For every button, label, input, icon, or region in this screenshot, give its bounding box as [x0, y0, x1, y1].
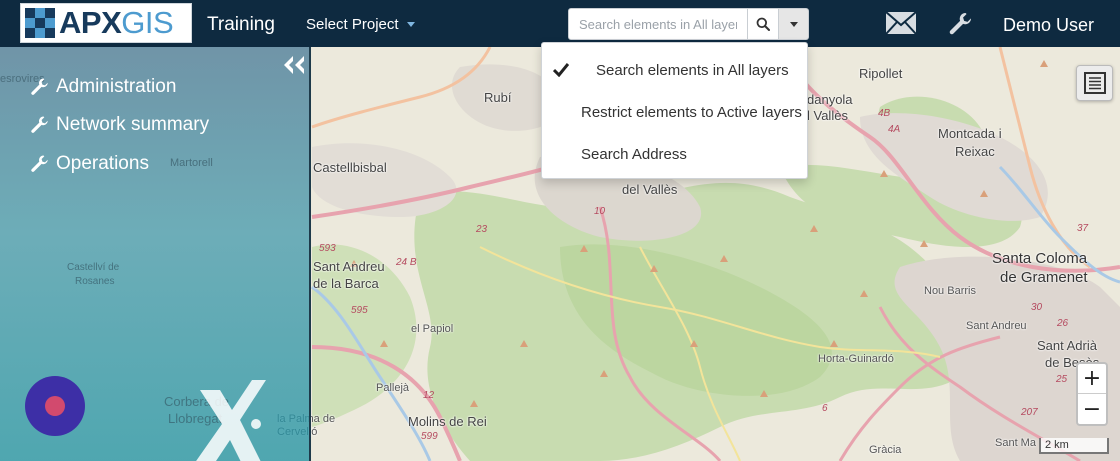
- map-label-sant-andreu: Sant Andreu: [966, 320, 1027, 332]
- search-mode-all-layers[interactable]: Search elements in All layers: [542, 55, 807, 85]
- project-select-dropdown[interactable]: Select Project: [306, 16, 415, 33]
- scale-bar: 2 km: [1039, 438, 1109, 454]
- sidebar-item-administration[interactable]: Administration: [30, 76, 176, 98]
- search-button[interactable]: [748, 8, 779, 40]
- road-number: 30: [1031, 302, 1043, 313]
- map-label-santa-coloma: Santa Coloma: [992, 250, 1088, 267]
- search-input[interactable]: [568, 8, 748, 40]
- road-number: 4B: [878, 108, 891, 119]
- map-label-sant-ma: Sant Ma: [995, 437, 1036, 449]
- wrench-icon: [31, 116, 48, 133]
- map-label-martorell: Martorell: [170, 157, 213, 169]
- wrench-icon: [31, 78, 48, 95]
- app-title[interactable]: Training: [207, 14, 275, 36]
- road-number: 4A: [888, 124, 901, 135]
- search-mode-dropdown-toggle[interactable]: [779, 8, 809, 40]
- top-navbar: APX GIS Training Select Project Demo Use…: [0, 0, 1120, 47]
- map-label-castellbisbal: Castellbisbal: [313, 160, 387, 175]
- checkmark-icon: [553, 63, 569, 77]
- logo-text-bold: APX: [59, 5, 122, 40]
- sidebar-item-label: Administration: [56, 76, 177, 97]
- sidebar-item-network-summary[interactable]: Network summary: [30, 114, 209, 136]
- map-label-gracia: Gràcia: [869, 444, 902, 456]
- caret-down-icon: [406, 22, 415, 27]
- search-group: [568, 8, 809, 40]
- mail-icon[interactable]: [885, 11, 917, 35]
- logo-grid-icon: [25, 8, 55, 38]
- double-chevron-left-icon: [284, 56, 304, 74]
- map-label-reixac: Reixac: [955, 144, 995, 159]
- brand-x-logo: [196, 380, 266, 461]
- list-icon: [1083, 72, 1106, 94]
- map-label-ripollet: Ripollet: [859, 66, 903, 81]
- map-label-palleja: Pallejà: [376, 382, 410, 394]
- search-mode-address[interactable]: Search Address: [542, 139, 807, 169]
- menu-item-label: Restrict elements to Active layers: [581, 103, 802, 121]
- map-label-sant-andreu-barca: Sant Andreu: [313, 259, 385, 274]
- zoom-in-button[interactable]: +: [1078, 364, 1106, 394]
- wrench-icon: [31, 155, 48, 172]
- road-number: 26: [1057, 318, 1069, 329]
- road-number: 25: [1056, 374, 1068, 385]
- settings-wrench-icon[interactable]: [948, 11, 974, 37]
- search-mode-menu: Search elements in All layers Restrict e…: [541, 42, 808, 179]
- collapse-sidebar-button[interactable]: [282, 54, 306, 76]
- sidebar-item-label: Network summary: [56, 114, 210, 135]
- map-label-sant-adria: Sant Adrià: [1037, 338, 1097, 353]
- road-number: 599: [421, 431, 438, 442]
- map-label-castellvi-2: Rosanes: [75, 276, 115, 287]
- road-number: 6: [822, 403, 828, 414]
- map-label-nou-barris: Nou Barris: [924, 285, 976, 297]
- road-number: 12: [423, 390, 435, 401]
- record-dot-icon: [45, 396, 65, 416]
- zoom-control: + −: [1076, 362, 1108, 426]
- map-label-sant-andreu-barca-2: de la Barca: [313, 276, 379, 291]
- road-number: 593: [319, 243, 336, 254]
- zoom-out-button[interactable]: −: [1078, 394, 1106, 424]
- map-label-santa-coloma-2: de Gramenet: [1000, 269, 1088, 286]
- road-number: 207: [1021, 407, 1038, 418]
- menu-item-label: Search elements in All layers: [596, 61, 789, 79]
- map-label-rubi: Rubí: [484, 90, 512, 105]
- map-label-cerdanyola-2: l Vallès: [807, 108, 848, 123]
- menu-item-label: Search Address: [581, 145, 687, 163]
- map-label-del-valles: del Vallès: [622, 182, 678, 197]
- user-menu[interactable]: Demo User: [1003, 15, 1094, 36]
- map-label-horta: Horta-Guinardó: [818, 353, 894, 365]
- map-label-montcada: Montcada i: [938, 126, 1002, 141]
- map-label-castellvi: Castellví de: [67, 262, 120, 273]
- road-number: 23: [476, 224, 488, 235]
- app-logo[interactable]: APX GIS: [20, 3, 192, 43]
- search-mode-active-layers[interactable]: Restrict elements to Active layers: [542, 97, 807, 127]
- road-number: 24 B: [396, 257, 417, 268]
- layer-list-button[interactable]: [1076, 65, 1113, 101]
- map-label-molins: Molins de Rei: [408, 414, 487, 429]
- floating-action-button[interactable]: [25, 376, 85, 436]
- sidebar-item-label: Operations: [56, 153, 149, 174]
- sidebar-panel: Martorell esrovires Castellví de Rosanes…: [0, 47, 311, 461]
- road-number: 10: [594, 206, 606, 217]
- map-label-papiol: el Papiol: [411, 323, 454, 335]
- project-select-label: Select Project: [306, 16, 399, 33]
- caret-down-icon: [789, 21, 798, 27]
- map-label-cerdanyola: danyola: [807, 92, 853, 107]
- road-number: 37: [1077, 223, 1089, 234]
- logo-text-light: GIS: [121, 5, 174, 40]
- search-icon: [756, 17, 770, 31]
- road-number: 595: [351, 305, 368, 316]
- sidebar-item-operations[interactable]: Operations: [30, 153, 149, 175]
